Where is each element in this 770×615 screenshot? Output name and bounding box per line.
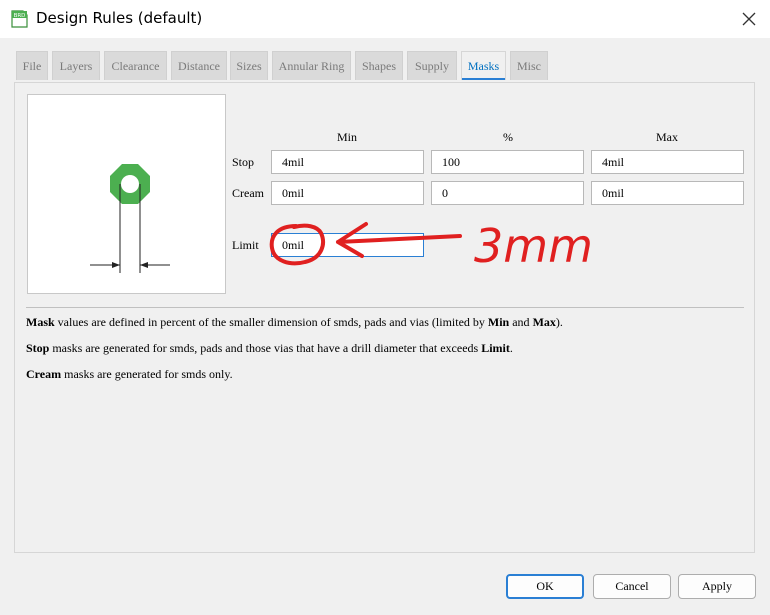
tab-label: Masks: [467, 58, 500, 73]
stop-max-field[interactable]: [591, 150, 744, 174]
description-line-mask: Mask values are defined in percent of th…: [26, 315, 563, 329]
pad-mask-diagram: [90, 164, 170, 273]
limit-label: Limit: [232, 238, 259, 252]
close-button[interactable]: [728, 0, 770, 38]
svg-text:BRD: BRD: [14, 13, 26, 19]
tab-supply[interactable]: Supply: [407, 51, 457, 80]
tab-clearance[interactable]: Clearance: [104, 51, 167, 80]
window-title: Design Rules (default): [36, 9, 203, 27]
tab-label: File: [22, 58, 42, 73]
tab-misc[interactable]: Misc: [510, 51, 548, 80]
cream-label: Cream: [232, 186, 264, 200]
column-header-min: Min: [336, 130, 357, 144]
tab-shapes[interactable]: Shapes: [355, 51, 403, 80]
stop-min-field[interactable]: [271, 150, 424, 174]
tab-file[interactable]: File: [16, 51, 48, 80]
tab-label: Annular Ring: [278, 58, 345, 73]
tab-label: Clearance: [111, 58, 160, 73]
column-header-max: Max: [656, 130, 678, 144]
tab-distance[interactable]: Distance: [171, 51, 227, 80]
ok-button[interactable]: OK: [506, 574, 584, 599]
drill-hole: [121, 175, 139, 193]
description-line-cream: Cream masks are generated for smds only.: [26, 367, 233, 381]
tab-label: Supply: [414, 58, 449, 73]
tab-masks[interactable]: Masks: [461, 51, 506, 80]
mask-preview: [27, 94, 226, 294]
column-header-percent: %: [503, 130, 513, 144]
description-line-stop: Stop masks are generated for smds, pads …: [26, 341, 513, 355]
tab-label: Misc: [517, 58, 541, 73]
cream-min-field[interactable]: [271, 181, 424, 205]
tab-sizes[interactable]: Sizes: [230, 51, 268, 80]
cancel-button[interactable]: Cancel: [593, 574, 671, 599]
stop-label: Stop: [232, 155, 255, 169]
tab-layers[interactable]: Layers: [52, 51, 100, 80]
apply-button[interactable]: Apply: [678, 574, 756, 599]
limit-field[interactable]: [271, 233, 424, 257]
close-icon: [742, 12, 756, 26]
tab-label: Distance: [178, 58, 220, 73]
tab-annular-ring[interactable]: Annular Ring: [272, 51, 351, 80]
brd-file-icon: BRD: [11, 10, 28, 28]
cream-percent-field[interactable]: [431, 181, 584, 205]
tab-label: Layers: [59, 58, 93, 73]
tab-label: Sizes: [236, 58, 262, 73]
divider: [26, 307, 744, 308]
stop-percent-field[interactable]: [431, 150, 584, 174]
tab-label: Shapes: [362, 58, 396, 73]
cream-max-field[interactable]: [591, 181, 744, 205]
title-bar: BRD Design Rules (default): [0, 0, 770, 38]
